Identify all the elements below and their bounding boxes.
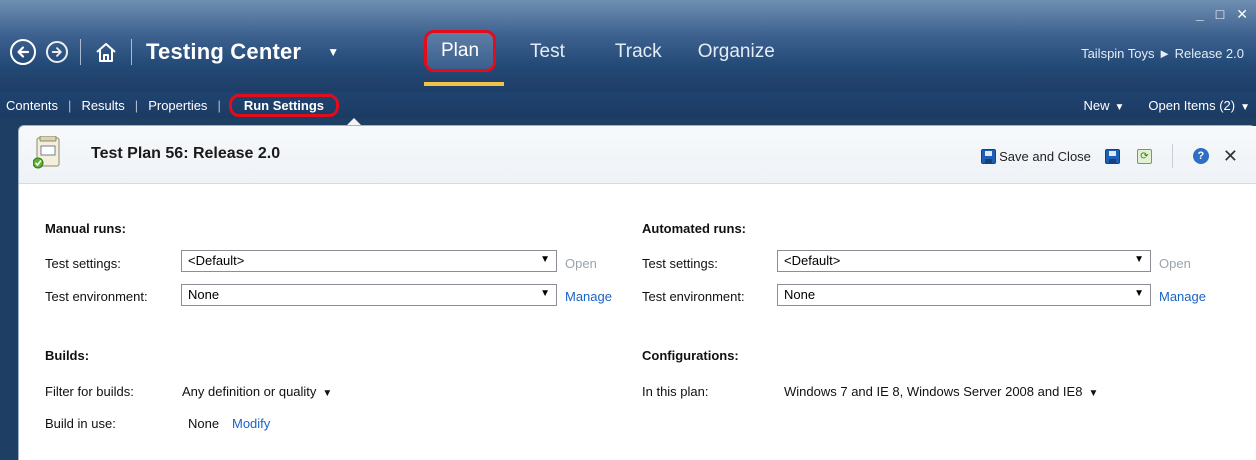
configurations-value: Windows 7 and IE 8, Windows Server 2008 … [784, 384, 1083, 399]
main-tabs: Plan Test Track Organize [424, 30, 775, 72]
subnav-separator: | [68, 97, 72, 113]
testing-center-window: _ □ ✕ Testing Center ▼ Plan Test Track O [0, 0, 1256, 460]
manual-test-environment-select[interactable]: None ▼ [181, 284, 557, 306]
modify-build-link[interactable]: Modify [232, 416, 270, 431]
save-close-icon [981, 148, 997, 164]
save-and-close-label: Save and Close [999, 148, 1091, 164]
help-icon[interactable]: ? [1192, 148, 1209, 164]
build-in-use-value: None [188, 416, 220, 431]
toolbar-separator [1171, 144, 1173, 168]
chevron-down-icon: ▼ [322, 388, 333, 399]
manual-test-settings-label: Test settings: [45, 256, 121, 271]
tab-track[interactable]: Track [615, 32, 662, 72]
manual-manage-link[interactable]: Manage [565, 289, 612, 304]
chevron-down-icon: ▼ [1088, 388, 1099, 399]
automated-manage-link[interactable]: Manage [1159, 289, 1206, 304]
manual-test-settings-select[interactable]: <Default> ▼ [181, 250, 557, 272]
nav-separator [131, 39, 132, 65]
manual-open-link: Open [565, 256, 597, 271]
filter-builds-label: Filter for builds: [45, 384, 134, 399]
chevron-down-icon: ▼ [1114, 101, 1125, 113]
automated-test-settings-select[interactable]: <Default> ▼ [777, 250, 1151, 272]
subnav-separator: | [217, 97, 221, 113]
manual-runs-heading: Manual runs: [45, 221, 126, 236]
tab-plan[interactable]: Plan [424, 30, 497, 72]
navigation-bar: Testing Center ▼ [10, 30, 339, 74]
new-label: New [1083, 97, 1110, 113]
open-items-label: Open Items (2) [1148, 97, 1236, 113]
automated-test-environment-value: None [784, 287, 816, 302]
chevron-down-icon: ▼ [1134, 288, 1144, 299]
close-document-icon[interactable]: ✕ [1223, 147, 1238, 165]
automated-test-settings-value: <Default> [784, 253, 841, 268]
tab-test[interactable]: Test [530, 32, 565, 72]
subnav-run-settings[interactable]: Run Settings [228, 93, 339, 117]
manual-test-environment-value: None [188, 287, 220, 302]
document-header: Test Plan 56: Release 2.0 Save and Close… [19, 126, 1256, 184]
open-items-menu[interactable]: Open Items (2) ▼ [1148, 98, 1250, 113]
manual-test-environment-label: Test environment: [45, 289, 148, 304]
automated-test-environment-select[interactable]: None ▼ [777, 284, 1151, 306]
back-icon[interactable] [10, 39, 36, 65]
subnav-actions: New ▼ Open Items (2) ▼ [1083, 92, 1250, 118]
configurations-dropdown[interactable]: Windows 7 and IE 8, Windows Server 2008 … [784, 384, 1098, 399]
test-plan-icon [33, 136, 60, 169]
refresh-icon[interactable]: ⟳ [1136, 148, 1152, 164]
active-tab-indicator [424, 82, 504, 86]
chevron-down-icon: ▼ [540, 254, 550, 265]
sub-navigation: Contents | Results | Properties | Run Se… [0, 92, 1256, 118]
document-title: Test Plan 56: Release 2.0 [91, 145, 281, 162]
close-window-button[interactable]: ✕ [1236, 6, 1248, 23]
window-controls: _ □ ✕ [1196, 6, 1248, 23]
tab-organize[interactable]: Organize [698, 32, 775, 72]
home-icon[interactable] [93, 39, 119, 65]
minimize-button[interactable]: _ [1196, 6, 1204, 23]
chevron-down-icon: ▼ [1240, 101, 1250, 113]
document-toolbar: Save and Close ⟳ ? ✕ [981, 144, 1238, 168]
save-and-close-button[interactable]: Save and Close [981, 148, 1091, 164]
active-subnav-pointer [347, 118, 361, 125]
automated-test-environment-label: Test environment: [642, 289, 745, 304]
subnav-results[interactable]: Results [81, 98, 124, 113]
subnav-separator: | [134, 97, 139, 113]
nav-separator [80, 39, 81, 65]
filter-builds-value: Any definition or quality [182, 384, 317, 399]
manual-test-settings-value: <Default> [188, 253, 245, 268]
automated-open-link: Open [1159, 256, 1191, 271]
build-in-use-label: Build in use: [45, 416, 116, 431]
test-plan-document: Test Plan 56: Release 2.0 Save and Close… [18, 125, 1256, 460]
chevron-down-icon: ▼ [1134, 254, 1144, 265]
maximize-button[interactable]: □ [1216, 6, 1224, 23]
new-menu[interactable]: New ▼ [1083, 98, 1124, 113]
app-title[interactable]: Testing Center [146, 39, 301, 65]
chevron-down-icon[interactable]: ▼ [327, 45, 339, 59]
chevron-down-icon: ▼ [540, 288, 550, 299]
save-icon[interactable] [1104, 148, 1120, 164]
subnav-contents[interactable]: Contents [6, 98, 58, 113]
filter-builds-dropdown[interactable]: Any definition or quality ▼ [182, 384, 332, 399]
builds-heading: Builds: [45, 348, 90, 363]
subnav-properties[interactable]: Properties [148, 98, 207, 113]
app-header: _ □ ✕ Testing Center ▼ Plan Test Track O [0, 0, 1256, 92]
in-this-plan-label: In this plan: [642, 384, 709, 399]
configurations-heading: Configurations: [642, 348, 739, 363]
project-breadcrumb[interactable]: Tailspin Toys ► Release 2.0 [1081, 46, 1244, 61]
forward-icon[interactable] [46, 41, 68, 63]
automated-test-settings-label: Test settings: [642, 256, 718, 271]
automated-runs-heading: Automated runs: [642, 221, 746, 236]
